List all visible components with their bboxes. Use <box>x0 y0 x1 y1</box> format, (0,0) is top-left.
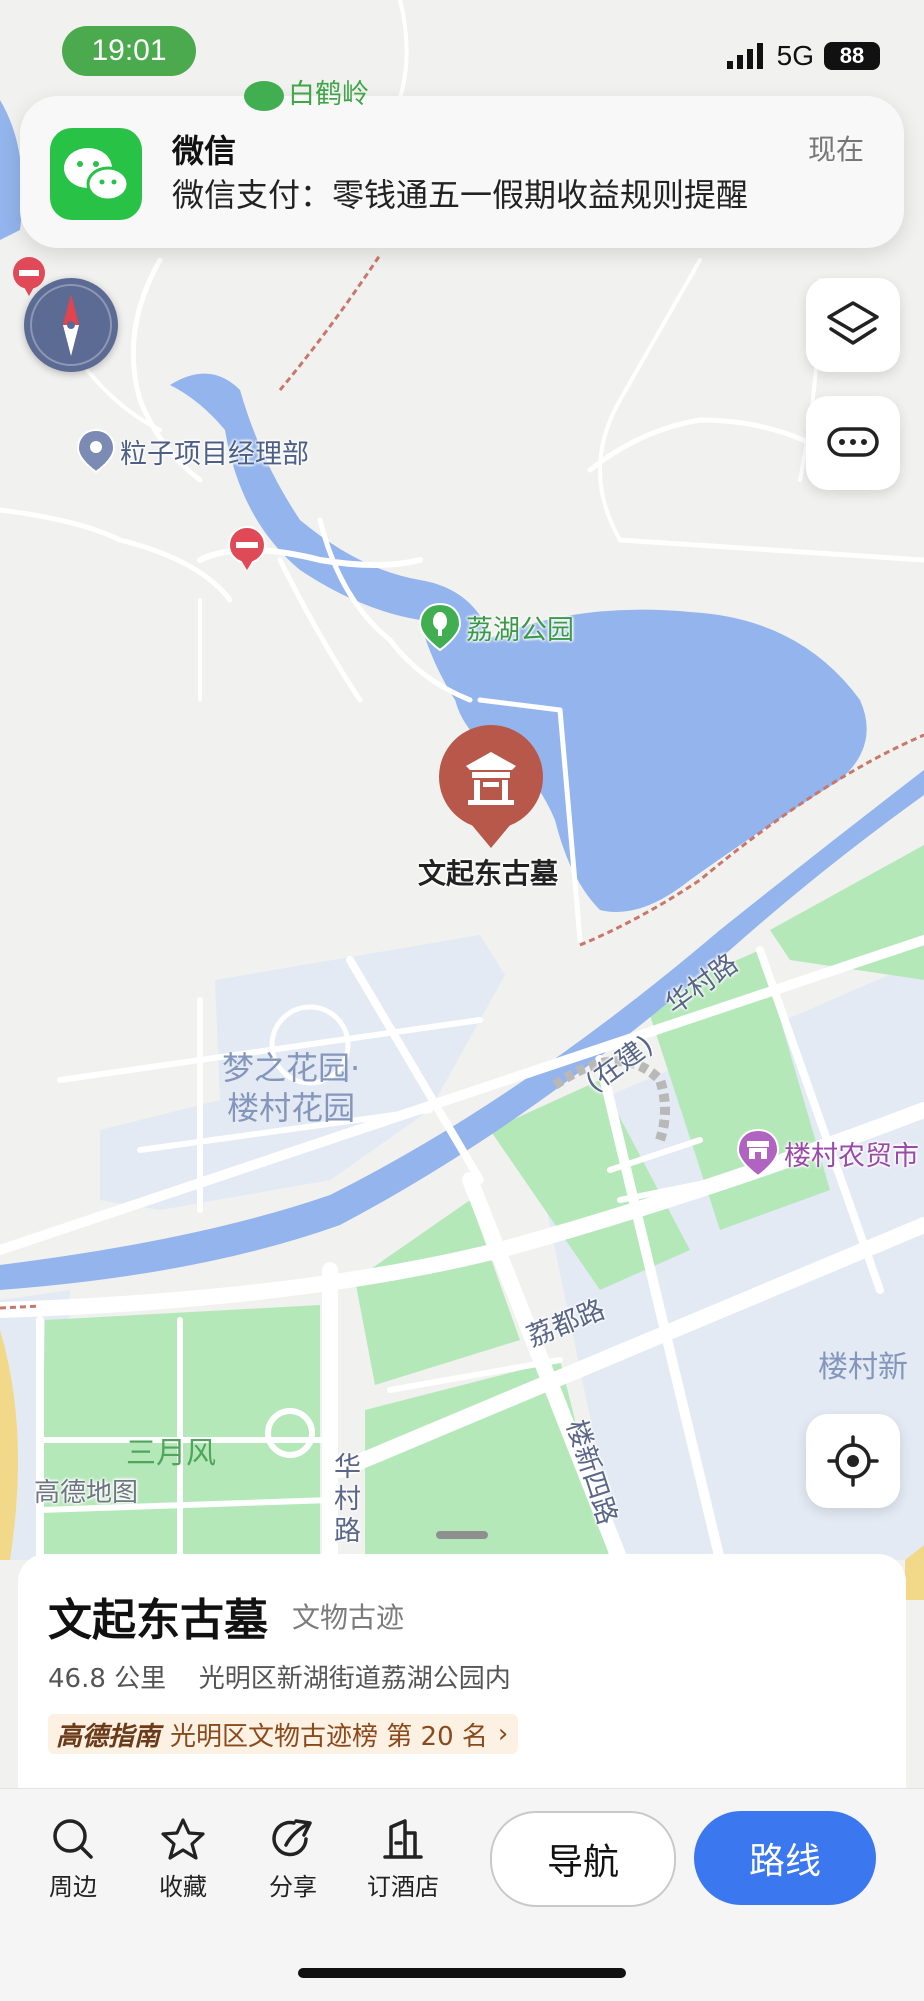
map-label-market[interactable]: 楼村农贸市 <box>736 1128 919 1178</box>
hotel-button[interactable]: 订酒店 <box>358 1817 448 1902</box>
place-distance: 46.8 公里 <box>48 1664 167 1694</box>
heritage-gate-icon <box>439 725 543 848</box>
hotel-icon <box>383 1819 423 1859</box>
signal-icon <box>726 43 763 69</box>
map-watermark: 高德地图 <box>34 1478 139 1508</box>
notification-message: 微信支付：零钱通五一假期收益规则提醒 <box>172 176 749 214</box>
status-indicators: 5G 88 <box>726 40 880 72</box>
map-label-office[interactable]: 粒子项目经理部 <box>76 428 309 474</box>
more-icon <box>827 427 879 457</box>
park-tree-icon <box>244 80 284 111</box>
place-detail-card[interactable]: 文起东古墓 文物古迹 46.8 公里 光明区新湖街道荔湖公园内 高德指南 光明区… <box>18 1554 906 1804</box>
map-label-road-huacun-vertical: 华村路 <box>334 1452 361 1547</box>
park-tree-icon <box>418 602 462 652</box>
locate-button[interactable] <box>806 1414 900 1508</box>
chevron-right-icon: › <box>497 1719 509 1749</box>
status-time: 19:01 <box>62 26 196 76</box>
route-button[interactable]: 路线 <box>694 1811 876 1905</box>
market-icon <box>736 1128 780 1178</box>
map-label-top: 白鹤岭 <box>244 72 369 111</box>
map-label-louxin-area: 楼村新 <box>818 1350 908 1385</box>
layers-button[interactable] <box>806 278 900 372</box>
map-label-selected-poi[interactable]: 文起东古墓 <box>418 852 558 892</box>
place-distance-address: 46.8 公里 光明区新湖街道荔湖公园内 <box>48 1658 511 1695</box>
share-icon <box>272 1819 312 1857</box>
location-pin-icon <box>76 428 116 474</box>
ranking-badge[interactable]: 高德指南 光明区文物古迹榜 第 20 名 › <box>48 1714 519 1754</box>
locate-icon <box>827 1435 879 1487</box>
star-icon <box>161 1818 205 1860</box>
map-label-park[interactable]: 荔湖公园 <box>418 602 574 652</box>
selected-poi-marker[interactable] <box>436 722 546 856</box>
place-address: 光明区新湖街道荔湖公园内 <box>198 1664 511 1694</box>
network-type: 5G <box>776 40 814 71</box>
navigate-button[interactable]: 导航 <box>490 1811 676 1907</box>
notification-app-name: 微信 <box>172 132 237 170</box>
more-button[interactable] <box>806 396 900 490</box>
sheet-handle[interactable] <box>436 1531 488 1539</box>
share-button[interactable]: 分享 <box>248 1817 338 1902</box>
no-entry-icon <box>228 526 266 574</box>
rank-brand: 高德指南 <box>56 1721 161 1752</box>
wechat-icon <box>50 128 142 220</box>
place-name: 文起东古墓 <box>48 1595 268 1646</box>
battery-indicator: 88 <box>824 42 880 70</box>
rank-text: 光明区文物古迹榜 第 20 名 <box>170 1721 488 1752</box>
map-label-estate: 梦之花园· 楼村花园 <box>222 1049 361 1127</box>
nearby-button[interactable]: 周边 <box>28 1817 118 1902</box>
notification-time: 现在 <box>807 133 864 166</box>
search-icon <box>53 1819 93 1859</box>
home-indicator[interactable] <box>298 1968 626 1978</box>
map-label-sanyuefeng: 三月风 <box>126 1436 216 1471</box>
layers-icon <box>827 301 879 345</box>
compass-icon[interactable] <box>24 278 118 372</box>
place-category: 文物古迹 <box>292 1601 405 1634</box>
wechat-notification[interactable]: 微信 微信支付：零钱通五一假期收益规则提醒 现在 <box>20 96 904 248</box>
favorite-button[interactable]: 收藏 <box>138 1817 228 1902</box>
